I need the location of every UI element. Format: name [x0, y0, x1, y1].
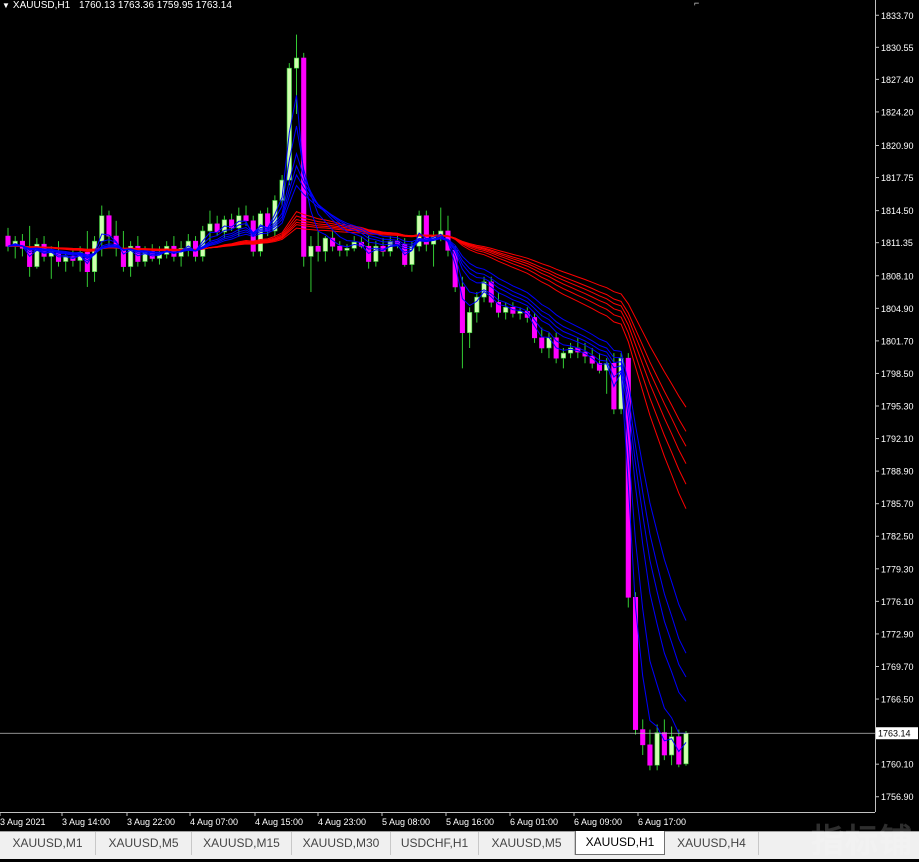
x-tick-label: 3 Aug 14:00: [62, 817, 110, 827]
y-tick-label: 1814.50: [881, 206, 914, 216]
y-tick-label: 1833.70: [881, 11, 914, 21]
candle-body: [640, 729, 646, 746]
candle-body: [495, 301, 502, 313]
x-tick-label: 4 Aug 07:00: [190, 817, 238, 827]
y-tick-label: 1769.70: [881, 662, 914, 672]
current-price-label: 1763.14: [878, 729, 911, 739]
y-tick-label: 1820.90: [881, 141, 914, 151]
candle-body: [409, 245, 415, 265]
price-chart[interactable]: 1833.70 1830.55 1827.40 1824.20 1820.90 1817.…: [0, 0, 919, 831]
y-tick-label: 1811.35: [881, 238, 913, 248]
x-tick-label: 5 Aug 08:00: [382, 817, 430, 827]
candle-body: [5, 235, 11, 247]
y-tick-label: 1785.70: [881, 499, 914, 509]
y-tick-label: 1766.50: [881, 695, 914, 705]
candle-body: [322, 237, 328, 252]
x-tick-label: 4 Aug 15:00: [255, 817, 303, 827]
tab-xauusd-m30[interactable]: XAUUSD,M30: [292, 832, 391, 855]
x-tick-label: 3 Aug 2021: [0, 817, 46, 827]
y-tick-label: 1772.90: [881, 629, 914, 639]
candle-body: [337, 245, 343, 251]
tab-usdchf-h1[interactable]: USDCHF,H1: [391, 832, 479, 855]
candle-body: [647, 744, 653, 766]
candle-body: [654, 732, 660, 766]
candle-body: [459, 286, 465, 334]
candle-body: [315, 245, 321, 252]
candle-body: [308, 245, 314, 257]
y-tick-label: 1782.50: [881, 532, 914, 542]
y-tick-label: 1798.50: [881, 369, 914, 379]
candle-body: [344, 247, 350, 251]
y-tick-label: 1804.90: [881, 304, 914, 314]
y-tick-label: 1817.75: [881, 173, 914, 183]
x-tick-label: 6 Aug 17:00: [638, 817, 686, 827]
candle-body: [171, 245, 177, 257]
y-tick-label: 1824.20: [881, 107, 914, 117]
candle-body: [661, 732, 667, 756]
candle-body: [243, 215, 249, 222]
y-tick-label: 1756.90: [881, 792, 914, 802]
x-tick-label: 6 Aug 01:00: [510, 817, 558, 827]
watermark-logo: 指标铺: [811, 821, 913, 860]
candle-body: [632, 596, 639, 730]
y-tick-label: 1827.40: [881, 75, 914, 85]
candle-body: [293, 57, 300, 69]
y-tick-label: 1830.55: [881, 43, 914, 53]
y-tick-label: 1792.10: [881, 434, 914, 444]
candle-body: [503, 306, 509, 313]
y-tick-label: 1776.10: [881, 597, 914, 607]
candle-body: [539, 337, 545, 349]
tab-xauusd-m5[interactable]: XAUUSD,M5: [96, 832, 192, 855]
y-tick-label: 1779.30: [881, 564, 914, 574]
candle-body: [676, 736, 682, 765]
tab-xauusd-h4[interactable]: XAUUSD,H4: [665, 832, 759, 855]
chart-tab-bar: XAUUSD,M1 XAUUSD,M5 XAUUSD,M15 XAUUSD,M3…: [0, 831, 919, 859]
tab-xauusd-h1[interactable]: XAUUSD,H1: [575, 831, 665, 855]
y-tick-label: 1788.90: [881, 467, 914, 477]
x-tick-label: 5 Aug 16:00: [446, 817, 494, 827]
fast-ma-line: [7, 95, 687, 753]
candle-body: [467, 312, 473, 334]
candle-body: [207, 223, 213, 232]
x-tick-label: 3 Aug 22:00: [127, 817, 175, 827]
candle-body: [683, 732, 689, 765]
fast-ma-line: [7, 164, 687, 678]
tab-xauusd-m15[interactable]: XAUUSD,M15: [192, 832, 292, 855]
tab-xauusd-m5-2[interactable]: XAUUSD,M5: [479, 832, 575, 855]
y-tick-label: 1760.10: [881, 760, 914, 770]
tab-xauusd-m1[interactable]: XAUUSD,M1: [0, 832, 96, 855]
y-tick-label: 1801.70: [881, 336, 914, 346]
candle-body: [560, 352, 566, 359]
x-tick-label: 4 Aug 23:00: [318, 817, 366, 827]
y-tick-label: 1795.30: [881, 402, 914, 412]
candle-body: [106, 215, 112, 237]
x-tick-label: 6 Aug 09:00: [574, 817, 622, 827]
y-tick-label: 1808.10: [881, 271, 914, 281]
